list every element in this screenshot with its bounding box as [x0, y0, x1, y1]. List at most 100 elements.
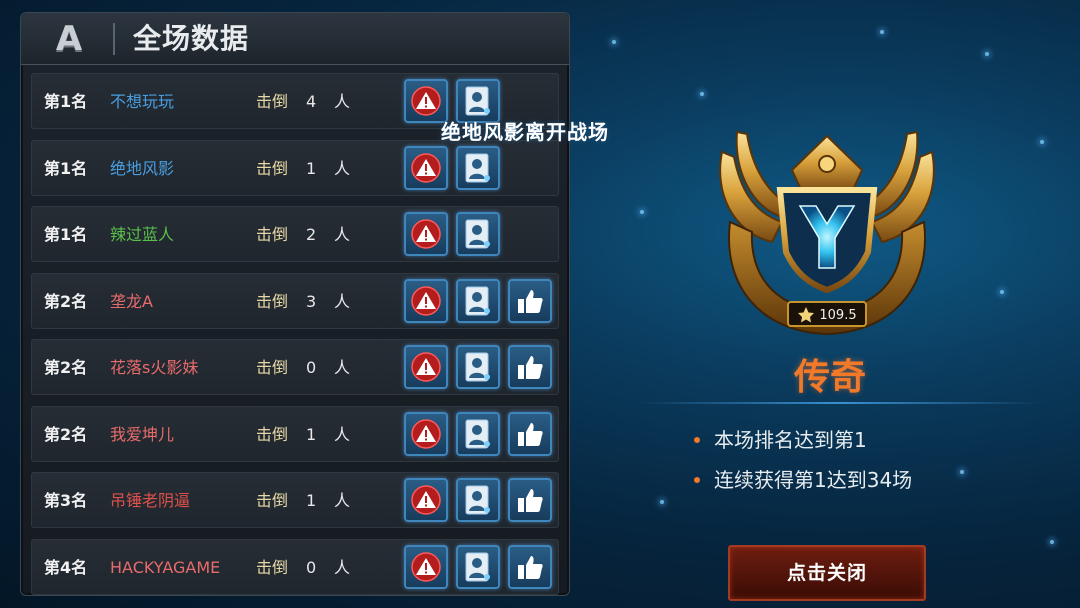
- achievement-item: 本场排名达到第1: [694, 420, 912, 460]
- report-button[interactable]: [404, 544, 448, 589]
- kill-unit: 人: [334, 491, 351, 510]
- warning-icon: [410, 351, 442, 383]
- player-row: 第2名 我爱坤儿 击倒 1 人: [31, 405, 559, 463]
- player-name[interactable]: HACKYAGAME: [110, 540, 220, 596]
- match-stats-panel: A 全场数据 第1名 不想玩玩 击倒 4 人第1名 绝地风影 击倒 1 人第1名 辣过蓝人 击倒 2 人…: [20, 12, 570, 596]
- kill-count: 2: [306, 225, 317, 244]
- kill-unit: 人: [334, 291, 351, 311]
- view-profile-button[interactable]: [456, 478, 500, 522]
- kill-unit: 人: [334, 225, 351, 244]
- player-rank: 第2名: [44, 424, 88, 444]
- kill-unit: 人: [334, 158, 351, 178]
- warning-icon: [410, 152, 442, 184]
- player-name[interactable]: 吊锤老阴逼: [110, 473, 190, 529]
- player-rank: 第1名: [44, 92, 88, 111]
- report-button[interactable]: [404, 145, 448, 190]
- player-name[interactable]: 辣过蓝人: [110, 207, 174, 263]
- kill-label: 击倒: [256, 225, 289, 244]
- report-button[interactable]: [404, 212, 448, 256]
- thumbs-up-icon: [515, 286, 545, 316]
- kill-count: 1: [306, 491, 317, 510]
- achievement-item: 连续获得第1达到34场: [694, 460, 912, 500]
- kill-label: 击倒: [256, 491, 289, 510]
- profile-icon: [465, 485, 491, 515]
- view-profile-button[interactable]: [456, 278, 500, 323]
- profile-icon: [465, 352, 491, 382]
- legend-emblem-icon: 109.5: [719, 130, 935, 336]
- player-list: 第1名 不想玩玩 击倒 4 人第1名 绝地风影 击倒 1 人第1名 辣过蓝人 击倒 2 人第2名 垄龙A 击…: [31, 73, 559, 605]
- sparkle: [660, 500, 664, 504]
- thumbs-up-icon: [515, 552, 545, 582]
- player-name[interactable]: 不想玩玩: [110, 74, 174, 130]
- player-row: 第2名 垄龙A 击倒 3 人: [31, 272, 559, 330]
- player-row: 第1名 辣过蓝人 击倒 2 人: [31, 206, 559, 262]
- player-rank: 第1名: [44, 158, 88, 178]
- player-name[interactable]: 绝地风影: [110, 141, 174, 197]
- view-profile-button[interactable]: [456, 544, 500, 589]
- view-profile-button[interactable]: [456, 212, 500, 256]
- sparkle: [700, 92, 704, 96]
- profile-icon: [465, 552, 491, 582]
- profile-icon: [465, 219, 491, 249]
- kill-label: 击倒: [256, 557, 289, 577]
- like-button[interactable]: [508, 278, 552, 323]
- view-profile-button[interactable]: [456, 345, 500, 389]
- player-row: 第1名 绝地风影 击倒 1 人: [31, 139, 559, 197]
- warning-icon: [410, 85, 442, 117]
- sparkle: [960, 470, 964, 474]
- header-divider: [113, 23, 115, 55]
- like-button[interactable]: [508, 478, 552, 522]
- player-rank: 第1名: [44, 225, 88, 244]
- kill-unit: 人: [334, 424, 351, 444]
- legend-rank-badge: 109.5: [712, 112, 942, 344]
- player-rank: 第2名: [44, 358, 88, 377]
- sparkle: [640, 210, 644, 214]
- view-profile-button[interactable]: [456, 145, 500, 190]
- warning-icon: [410, 285, 442, 317]
- sparkle: [880, 30, 884, 34]
- report-button[interactable]: [404, 478, 448, 522]
- badge-score: 109.5: [819, 308, 856, 323]
- like-button[interactable]: [508, 411, 552, 456]
- kill-label: 击倒: [256, 291, 289, 311]
- like-button[interactable]: [508, 544, 552, 589]
- view-profile-button[interactable]: [456, 411, 500, 456]
- divider-line: [640, 402, 1040, 404]
- kill-unit: 人: [334, 92, 351, 111]
- profile-icon: [465, 153, 491, 183]
- player-row: 第4名 HACKYAGAME 击倒 0 人: [31, 538, 559, 596]
- player-name[interactable]: 花落s火影妹: [110, 340, 198, 396]
- kill-count: 0: [306, 358, 317, 377]
- sparkle: [1040, 140, 1044, 144]
- player-name[interactable]: 我爱坤儿: [110, 407, 174, 463]
- report-button[interactable]: [404, 345, 448, 389]
- player-row: 第2名 花落s火影妹 击倒 0 人: [31, 339, 559, 395]
- kill-label: 击倒: [256, 358, 289, 377]
- report-button[interactable]: [404, 278, 448, 323]
- sparkle: [985, 52, 989, 56]
- thumbs-up-icon: [515, 352, 545, 382]
- thumbs-up-icon: [515, 485, 545, 515]
- panel-title: 全场数据: [133, 22, 250, 55]
- achievement-list: 本场排名达到第1 连续获得第1达到34场: [694, 420, 912, 500]
- player-row: 第3名 吊锤老阴逼 击倒 1 人: [31, 472, 559, 528]
- profile-icon: [465, 286, 491, 316]
- player-rank: 第4名: [44, 557, 88, 577]
- report-button[interactable]: [404, 411, 448, 456]
- warning-icon: [410, 418, 442, 450]
- player-rank: 第2名: [44, 291, 88, 311]
- player-rank: 第3名: [44, 491, 88, 510]
- player-left-notification: 绝地风影离开战场: [441, 120, 609, 144]
- kill-unit: 人: [334, 358, 351, 377]
- close-button[interactable]: 点击关闭: [728, 545, 926, 601]
- kill-count: 1: [306, 158, 317, 178]
- kill-unit: 人: [334, 557, 351, 577]
- warning-icon: [410, 551, 442, 583]
- player-name[interactable]: 垄龙A: [110, 274, 153, 330]
- thumbs-up-icon: [515, 419, 545, 449]
- like-button[interactable]: [508, 345, 552, 389]
- kill-label: 击倒: [256, 92, 289, 111]
- kill-label: 击倒: [256, 158, 289, 178]
- profile-icon: [465, 86, 491, 116]
- kill-label: 击倒: [256, 424, 289, 444]
